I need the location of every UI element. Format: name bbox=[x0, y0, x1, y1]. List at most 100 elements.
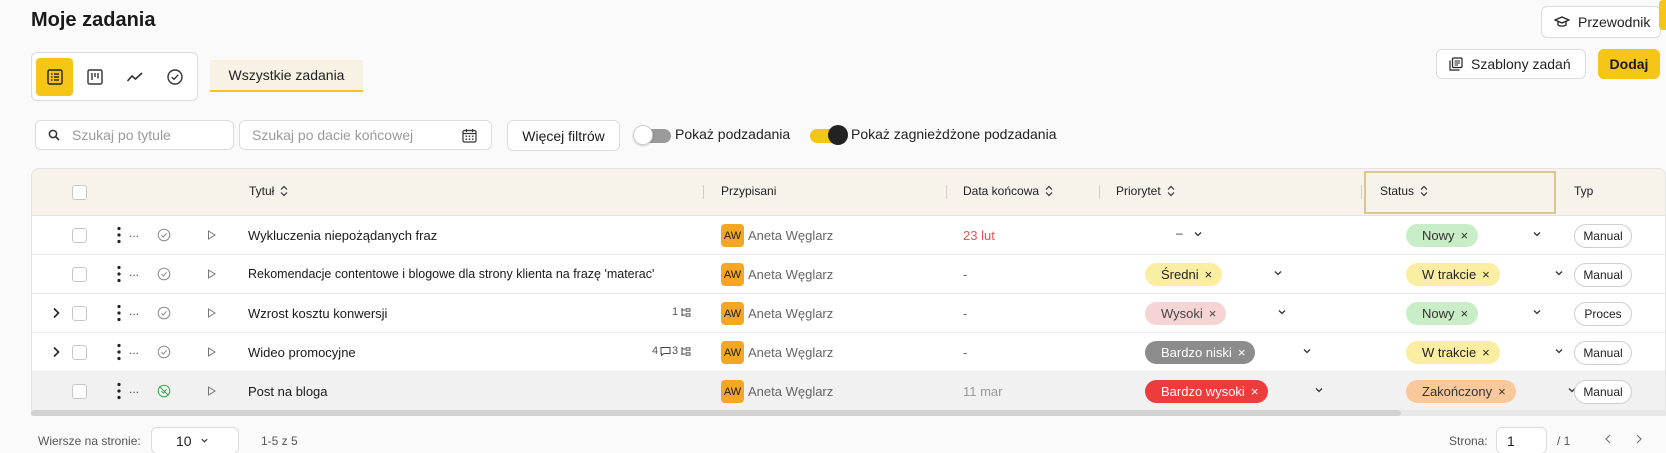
assignee-name: Aneta Węglarz bbox=[748, 345, 834, 360]
clear-status-icon[interactable]: × bbox=[1482, 267, 1490, 282]
chevron-down-icon[interactable] bbox=[1193, 229, 1203, 239]
task-templates-button[interactable]: Szablony zadań bbox=[1436, 49, 1586, 79]
clear-priority-icon[interactable]: × bbox=[1209, 306, 1217, 321]
complete-task-icon[interactable] bbox=[157, 228, 171, 242]
status-badge[interactable]: Nowy × bbox=[1406, 302, 1479, 325]
table-row[interactable]: ... Post na bloga AW Aneta Węglarz 11 ma… bbox=[32, 372, 1665, 411]
complete-task-icon[interactable] bbox=[157, 306, 171, 320]
guide-button[interactable]: Przewodnik bbox=[1541, 6, 1661, 38]
task-title[interactable]: Wzrost kosztu konwersji bbox=[248, 306, 387, 321]
show-subtasks-toggle[interactable] bbox=[633, 125, 671, 145]
list-view-button[interactable] bbox=[36, 57, 73, 96]
status-badge[interactable]: Zakończony × bbox=[1406, 380, 1516, 403]
sort-icon bbox=[1045, 185, 1053, 197]
task-title[interactable]: Wykluczenia niepożądanych fraz bbox=[248, 228, 437, 243]
column-assignees-label: Przypisani bbox=[721, 184, 777, 198]
more-vertical-icon[interactable] bbox=[117, 304, 121, 322]
horizontal-scrollbar[interactable] bbox=[31, 410, 1666, 416]
play-timer-icon[interactable] bbox=[207, 308, 216, 318]
rows-per-page-select[interactable]: 10 bbox=[151, 427, 239, 453]
due-date-search-input[interactable]: Szukaj po dacie końcowej bbox=[239, 120, 492, 150]
row-actions-ellipsis[interactable]: ... bbox=[129, 343, 139, 357]
more-filters-button[interactable]: Więcej filtrów bbox=[507, 120, 620, 151]
tab-all-tasks[interactable]: Wszystkie zadania bbox=[210, 60, 363, 92]
clear-priority-icon[interactable]: × bbox=[1205, 267, 1213, 282]
subtasks-count-value: 1 bbox=[672, 306, 679, 318]
clear-status-icon[interactable]: × bbox=[1461, 306, 1469, 321]
row-checkbox[interactable] bbox=[72, 384, 87, 399]
table-row[interactable]: ... Wzrost kosztu konwersji 1 AW Aneta W… bbox=[32, 294, 1665, 333]
show-nested-subtasks-toggle[interactable] bbox=[810, 125, 848, 145]
status-badge[interactable]: Nowy × bbox=[1406, 224, 1479, 247]
table-row[interactable]: ... Wideo promocyjne 4 3 AW Aneta Węglar… bbox=[32, 333, 1665, 372]
chevron-down-icon[interactable] bbox=[1273, 268, 1283, 278]
scrollbar-thumb[interactable] bbox=[31, 410, 1401, 416]
priority-badge[interactable]: Bardzo wysoki × bbox=[1145, 380, 1269, 403]
play-timer-icon[interactable] bbox=[207, 269, 216, 279]
column-header-priority[interactable]: Priorytet bbox=[1116, 184, 1175, 198]
row-checkbox[interactable] bbox=[72, 306, 87, 321]
chevron-right-icon[interactable] bbox=[1634, 433, 1644, 445]
chevron-down-icon[interactable] bbox=[1532, 229, 1542, 239]
clear-priority-icon[interactable]: × bbox=[1238, 345, 1246, 360]
table-row[interactable]: ... Rekomendacje contentowe i blogowe dl… bbox=[32, 255, 1665, 294]
chevron-down-icon[interactable] bbox=[1532, 307, 1542, 317]
chevron-left-icon[interactable] bbox=[1603, 433, 1613, 445]
priority-badge[interactable]: Wysoki × bbox=[1145, 302, 1227, 325]
row-actions-ellipsis[interactable]: ... bbox=[129, 265, 139, 279]
column-separator[interactable] bbox=[1099, 185, 1100, 199]
priority-badge[interactable]: Bardzo niski × bbox=[1145, 341, 1256, 364]
page-number-input[interactable]: 1 bbox=[1496, 427, 1547, 453]
clear-status-icon[interactable]: × bbox=[1498, 384, 1506, 399]
chevron-right-icon[interactable] bbox=[51, 307, 61, 319]
column-header-status[interactable]: Status bbox=[1380, 184, 1428, 198]
task-title[interactable]: Rekomendacje contentowe i blogowe dla st… bbox=[248, 267, 654, 281]
more-vertical-icon[interactable] bbox=[117, 226, 121, 244]
complete-task-icon[interactable] bbox=[157, 345, 171, 359]
chevron-down-icon[interactable] bbox=[1302, 346, 1312, 356]
play-timer-icon[interactable] bbox=[207, 347, 216, 357]
completed-check-icon[interactable] bbox=[157, 384, 171, 398]
more-vertical-icon[interactable] bbox=[117, 343, 121, 361]
calendar-icon[interactable] bbox=[462, 128, 477, 143]
more-vertical-icon[interactable] bbox=[117, 382, 121, 400]
status-badge[interactable]: W trakcie × bbox=[1406, 341, 1500, 364]
column-separator[interactable] bbox=[946, 185, 947, 199]
title-search-input[interactable]: Szukaj po tytule bbox=[35, 120, 234, 150]
row-actions-ellipsis[interactable]: ... bbox=[129, 226, 139, 240]
table-row[interactable]: ... Wykluczenia niepożądanych fraz AW An… bbox=[32, 216, 1665, 255]
row-checkbox[interactable] bbox=[72, 345, 87, 360]
clear-status-icon[interactable]: × bbox=[1482, 345, 1490, 360]
chevron-down-icon[interactable] bbox=[1314, 385, 1324, 395]
task-title[interactable]: Post na bloga bbox=[248, 384, 328, 399]
add-task-button[interactable]: Dodaj bbox=[1598, 49, 1660, 79]
row-actions-ellipsis[interactable]: ... bbox=[129, 382, 139, 396]
clear-priority-icon[interactable]: × bbox=[1251, 384, 1259, 399]
clear-status-icon[interactable]: × bbox=[1461, 228, 1469, 243]
completed-view-button[interactable] bbox=[156, 58, 193, 96]
chevron-right-icon[interactable] bbox=[51, 346, 61, 358]
kanban-view-button[interactable] bbox=[76, 58, 113, 96]
task-title[interactable]: Wideo promocyjne bbox=[248, 345, 356, 360]
complete-task-icon[interactable] bbox=[157, 267, 171, 281]
play-timer-icon[interactable] bbox=[207, 230, 216, 240]
column-separator[interactable] bbox=[1361, 185, 1362, 199]
column-header-title[interactable]: Tytuł bbox=[249, 184, 288, 198]
column-separator[interactable] bbox=[703, 185, 704, 199]
priority-badge[interactable]: Średni × bbox=[1145, 263, 1223, 286]
side-panel-handle[interactable] bbox=[1659, 0, 1666, 30]
type-badge: Manual bbox=[1574, 341, 1632, 365]
row-actions-ellipsis[interactable]: ... bbox=[129, 304, 139, 318]
more-vertical-icon[interactable] bbox=[117, 265, 121, 283]
templates-icon bbox=[1449, 57, 1463, 71]
column-header-due-date[interactable]: Data końcowa bbox=[963, 184, 1053, 198]
chart-view-button[interactable] bbox=[116, 58, 153, 96]
status-badge[interactable]: W trakcie × bbox=[1406, 263, 1500, 286]
select-all-checkbox[interactable] bbox=[72, 185, 87, 200]
chevron-down-icon[interactable] bbox=[1554, 268, 1564, 278]
play-timer-icon[interactable] bbox=[207, 386, 216, 396]
row-checkbox[interactable] bbox=[72, 267, 87, 282]
chevron-down-icon[interactable] bbox=[1277, 307, 1287, 317]
chevron-down-icon[interactable] bbox=[1554, 346, 1564, 356]
row-checkbox[interactable] bbox=[72, 228, 87, 243]
